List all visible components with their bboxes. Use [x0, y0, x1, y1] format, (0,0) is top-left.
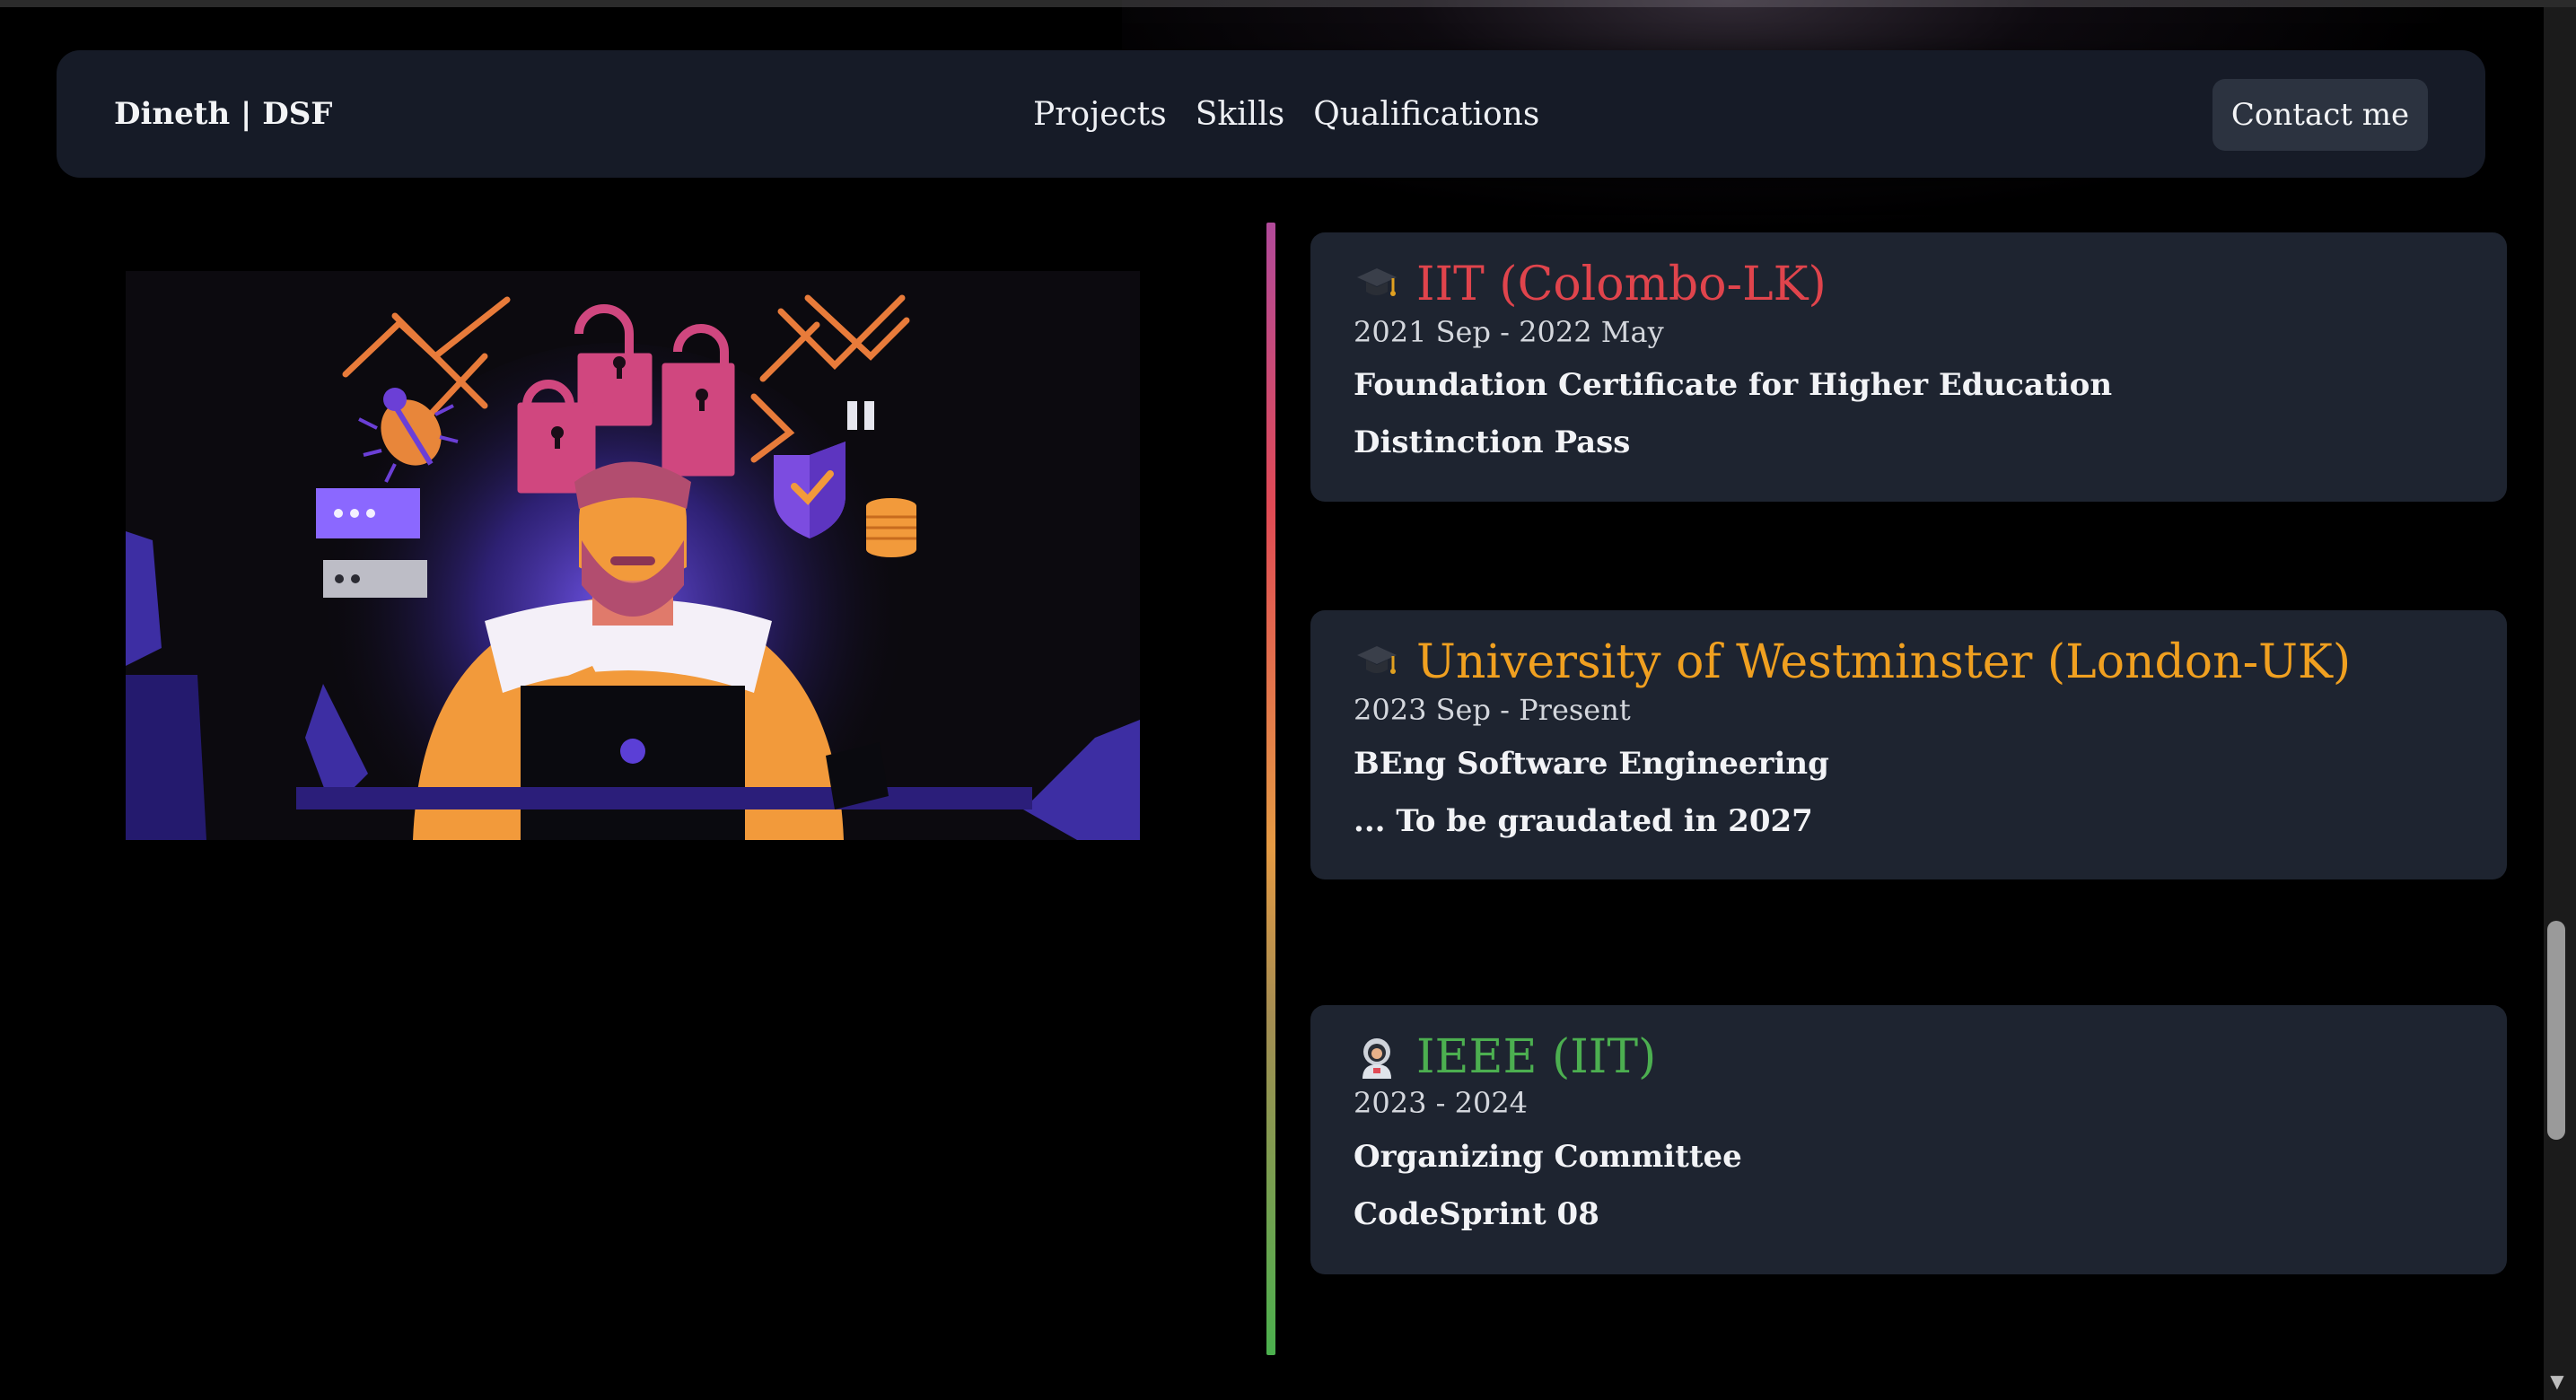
nav-link-skills[interactable]: Skills [1196, 96, 1285, 133]
card-date: 2023 Sep - Present [1354, 693, 1631, 727]
card-title: University of Westminster (London-UK) [1416, 635, 2352, 689]
qualification-card-westminster: University of Westminster (London-UK) 20… [1310, 610, 2507, 879]
nav-link-qualifications[interactable]: Qualifications [1313, 96, 1539, 133]
scroll-down-arrow-icon[interactable]: ▼ [2547, 1371, 2567, 1391]
card-qualification: BEng Software Engineering [1354, 746, 1829, 782]
nav-links: Projects Skills Qualifications [1033, 50, 1539, 178]
card-title: IIT (Colombo-LK) [1416, 258, 1827, 311]
card-date: 2021 Sep - 2022 May [1354, 315, 1664, 349]
card-qualification: Foundation Certificate for Higher Educat… [1354, 367, 2113, 403]
scrollbar-thumb[interactable] [2547, 921, 2565, 1140]
window-top-edge [0, 0, 2576, 7]
card-date: 2023 - 2024 [1354, 1086, 1529, 1120]
graduation-cap-icon [1357, 268, 1397, 296]
astronaut-icon [1362, 1038, 1391, 1079]
contact-me-button[interactable]: Contact me [2212, 79, 2428, 151]
card-header: IEEE (IIT) [1354, 1028, 1656, 1086]
nav-link-projects[interactable]: Projects [1033, 96, 1167, 133]
card-header: IIT (Colombo-LK) [1354, 256, 1827, 313]
card-title: IEEE (IIT) [1416, 1030, 1657, 1084]
qualification-card-ieee: IEEE (IIT) 2023 - 2024 Organizing Commit… [1310, 1005, 2507, 1274]
card-role: Organizing Committee [1354, 1139, 1742, 1175]
hacker-at-laptop-illustration [126, 271, 1140, 840]
scrollbar-track[interactable] [2544, 7, 2576, 1400]
brand-logo[interactable]: Dineth | DSF [114, 50, 332, 178]
card-result: Distinction Pass [1354, 424, 1631, 460]
card-event: CodeSprint 08 [1354, 1196, 1599, 1232]
graduation-cap-icon [1357, 646, 1397, 674]
navbar: Dineth | DSF Projects Skills Qualificati… [57, 50, 2485, 178]
card-result: ... To be graudated in 2027 [1354, 803, 1813, 839]
card-header: University of Westminster (London-UK) [1354, 634, 2351, 691]
timeline-line [1266, 223, 1275, 1355]
qualification-card-iit: IIT (Colombo-LK) 2021 Sep - 2022 May Fou… [1310, 232, 2507, 502]
